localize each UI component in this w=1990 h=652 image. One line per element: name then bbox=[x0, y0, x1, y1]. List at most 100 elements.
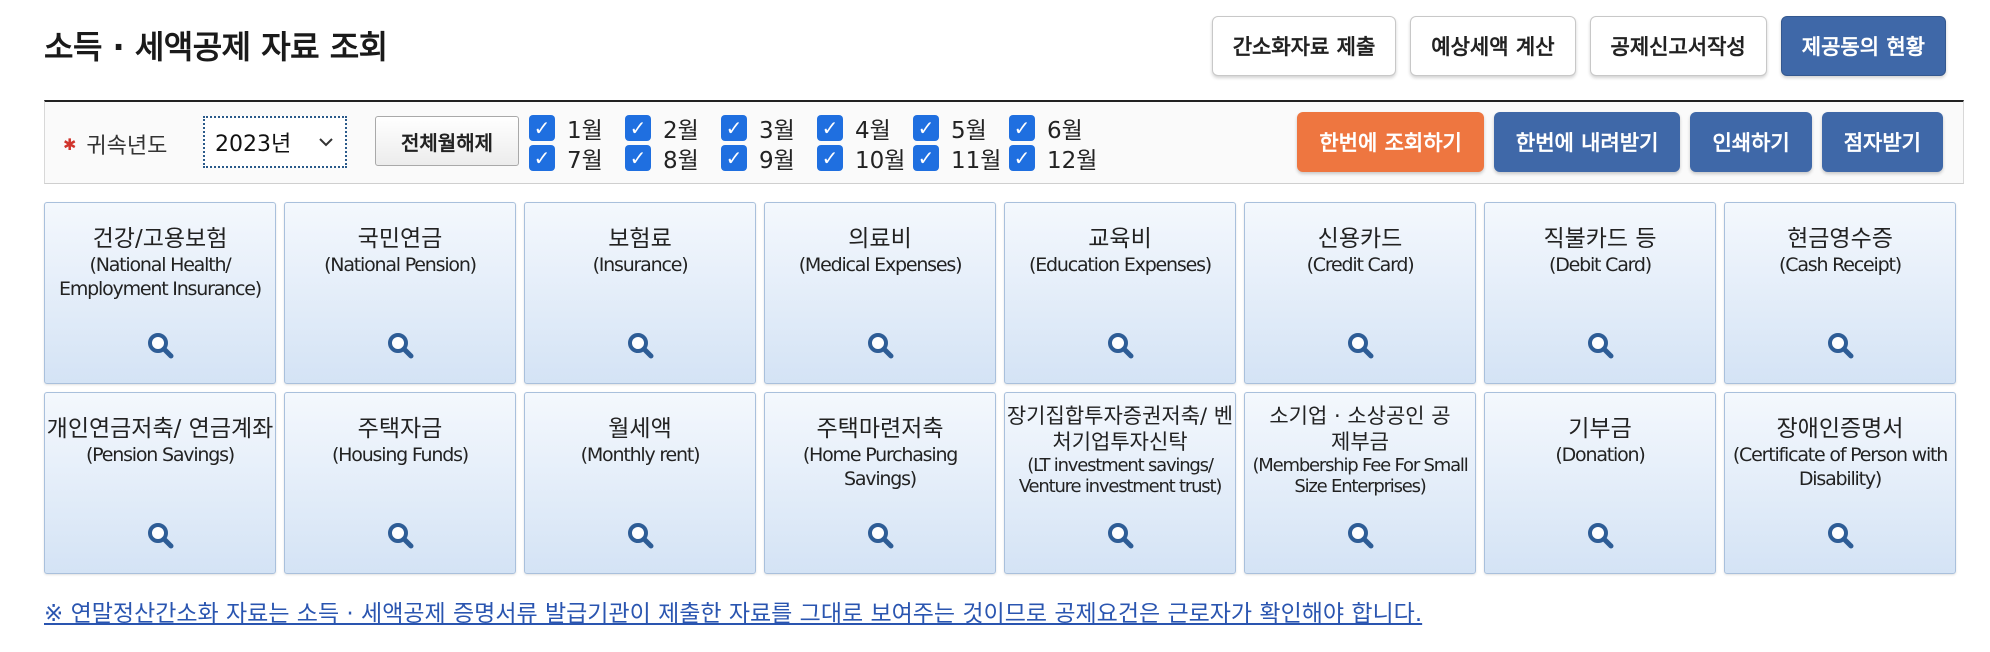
checkbox-checked-icon[interactable]: ✓ bbox=[529, 115, 555, 141]
checkbox-checked-icon[interactable]: ✓ bbox=[817, 115, 843, 141]
month-2[interactable]: ✓ 2월 bbox=[625, 114, 699, 144]
card-subtitle: (Medical Expenses) bbox=[798, 254, 963, 276]
magnifier-icon bbox=[388, 523, 414, 549]
month-8[interactable]: ✓ 8월 bbox=[625, 144, 699, 174]
card-title: 보험료 bbox=[608, 226, 672, 252]
magnifier-icon bbox=[868, 333, 894, 359]
submit-simplified-data-button[interactable]: 간소화자료 제출 bbox=[1211, 16, 1397, 76]
card-subtitle: (Cash Receipt) bbox=[1779, 254, 1902, 276]
braille-button[interactable]: 점자받기 bbox=[1821, 112, 1943, 172]
card-title: 장기집합투자증권저축/ 벤처기업투자신탁 bbox=[1006, 404, 1234, 454]
month-7[interactable]: ✓ 7월 bbox=[529, 144, 603, 174]
card-title: 신용카드 bbox=[1317, 226, 1403, 252]
card-title: 건강/고용보험 bbox=[92, 226, 228, 252]
card-title: 교육비 bbox=[1088, 226, 1152, 252]
checkbox-checked-icon[interactable]: ✓ bbox=[1009, 115, 1035, 141]
magnifier-icon bbox=[1588, 333, 1614, 359]
notice-link[interactable]: ※ 연말정산간소화 자료는 소득 · 세액공제 증명서류 발급기관이 제출한 자… bbox=[44, 594, 1422, 628]
magnifier-icon bbox=[1348, 523, 1374, 549]
card-housing-funds[interactable]: 주택자금 (Housing Funds) bbox=[284, 392, 516, 574]
card-subtitle: (Home Purchasing Savings) bbox=[802, 444, 959, 490]
estimated-tax-button[interactable]: 예상세액 계산 bbox=[1410, 16, 1576, 76]
card-subtitle: (Insurance) bbox=[592, 254, 689, 276]
checkbox-checked-icon[interactable]: ✓ bbox=[913, 145, 939, 171]
card-subtitle: (Donation) bbox=[1555, 444, 1645, 466]
card-subtitle: (Housing Funds) bbox=[331, 444, 469, 466]
checkbox-checked-icon[interactable]: ✓ bbox=[625, 145, 651, 171]
top-button-group: 간소화자료 제출 예상세액 계산 공제신고서작성 제공동의 현황 bbox=[1211, 16, 1946, 76]
card-national-pension[interactable]: 국민연금 (National Pension) bbox=[284, 202, 516, 384]
download-all-button[interactable]: 한번에 내려받기 bbox=[1493, 112, 1681, 172]
month-11[interactable]: ✓ 11월 bbox=[913, 144, 1001, 174]
card-title: 의료비 bbox=[848, 226, 912, 252]
required-icon: ✱ bbox=[63, 134, 77, 154]
checkbox-checked-icon[interactable]: ✓ bbox=[1009, 145, 1035, 171]
magnifier-icon bbox=[1348, 333, 1374, 359]
month-12[interactable]: ✓ 12월 bbox=[1009, 144, 1097, 174]
deduction-category-grid: 건강/고용보험 (National Health/ Employment Ins… bbox=[44, 202, 1966, 574]
card-title: 국민연금 bbox=[357, 226, 443, 252]
magnifier-icon bbox=[1108, 523, 1134, 549]
month-1[interactable]: ✓ 1월 bbox=[529, 114, 603, 144]
card-medical-expenses[interactable]: 의료비 (Medical Expenses) bbox=[764, 202, 996, 384]
checkbox-checked-icon[interactable]: ✓ bbox=[625, 115, 651, 141]
card-debit-card[interactable]: 직불카드 등 (Debit Card) bbox=[1484, 202, 1716, 384]
month-10[interactable]: ✓ 10월 bbox=[817, 144, 905, 174]
card-pension-savings[interactable]: 개인연금저축/ 연금계좌 (Pension Savings) bbox=[44, 392, 276, 574]
checkbox-checked-icon[interactable]: ✓ bbox=[721, 145, 747, 171]
month-3[interactable]: ✓ 3월 bbox=[721, 114, 795, 144]
deselect-all-months-button[interactable]: 전체월해제 bbox=[375, 116, 519, 166]
year-select[interactable]: 2023년 bbox=[203, 116, 347, 168]
query-all-button[interactable]: 한번에 조회하기 bbox=[1297, 112, 1484, 172]
card-subtitle: (National Pension) bbox=[324, 254, 477, 276]
year-select-value: 2023년 bbox=[215, 132, 292, 157]
card-title: 주택자금 bbox=[357, 416, 443, 442]
card-title: 주택마련저축 bbox=[816, 416, 944, 442]
card-title: 장애인증명서 bbox=[1776, 416, 1904, 442]
month-6[interactable]: ✓ 6월 bbox=[1009, 114, 1083, 144]
year-label: ✱ 귀속년도 bbox=[63, 128, 167, 160]
card-small-enterprise-mutual-aid[interactable]: 소기업 · 소상공인 공제부금 (Membership Fee For Smal… bbox=[1244, 392, 1476, 574]
card-home-purchasing-savings[interactable]: 주택마련저축 (Home Purchasing Savings) bbox=[764, 392, 996, 574]
card-donation[interactable]: 기부금 (Donation) bbox=[1484, 392, 1716, 574]
magnifier-icon bbox=[628, 333, 654, 359]
card-title: 기부금 bbox=[1568, 416, 1632, 442]
card-title: 직불카드 등 bbox=[1543, 226, 1657, 252]
chevron-down-icon bbox=[317, 132, 335, 156]
card-health-employment-insurance[interactable]: 건강/고용보험 (National Health/ Employment Ins… bbox=[44, 202, 276, 384]
card-monthly-rent[interactable]: 월세액 (Monthly rent) bbox=[524, 392, 756, 574]
card-title: 현금영수증 bbox=[1787, 226, 1893, 252]
card-subtitle: (Membership Fee For Small Size Enterpris… bbox=[1252, 455, 1468, 497]
card-subtitle: (LT investment savings/ Venture investme… bbox=[1018, 455, 1223, 497]
card-subtitle: (Certificate of Person with Disability) bbox=[1732, 444, 1948, 490]
month-9[interactable]: ✓ 9월 bbox=[721, 144, 795, 174]
year-label-text: 귀속년도 bbox=[86, 134, 168, 159]
filter-bar: ✱ 귀속년도 2023년 전체월해제 ✓ 1월 ✓ 2월 ✓ 3월 ✓ 4월 ✓ 5월 ✓… bbox=[44, 100, 1964, 184]
card-subtitle: (Pension Savings) bbox=[85, 444, 235, 466]
checkbox-checked-icon[interactable]: ✓ bbox=[817, 145, 843, 171]
card-education-expenses[interactable]: 교육비 (Education Expenses) bbox=[1004, 202, 1236, 384]
card-lt-investment-savings[interactable]: 장기집합투자증권저축/ 벤처기업투자신탁 (LT investment savi… bbox=[1004, 392, 1236, 574]
magnifier-icon bbox=[1108, 333, 1134, 359]
card-disability-certificate[interactable]: 장애인증명서 (Certificate of Person with Disab… bbox=[1724, 392, 1956, 574]
checkbox-checked-icon[interactable]: ✓ bbox=[913, 115, 939, 141]
magnifier-icon bbox=[1588, 523, 1614, 549]
action-button-group: 한번에 조회하기 한번에 내려받기 인쇄하기 점자받기 bbox=[1297, 112, 1943, 172]
card-subtitle: (Credit Card) bbox=[1306, 254, 1415, 276]
card-subtitle: (Education Expenses) bbox=[1029, 254, 1212, 276]
print-button[interactable]: 인쇄하기 bbox=[1690, 112, 1812, 172]
checkbox-checked-icon[interactable]: ✓ bbox=[721, 115, 747, 141]
month-5[interactable]: ✓ 5월 bbox=[913, 114, 987, 144]
magnifier-icon bbox=[148, 523, 174, 549]
month-4[interactable]: ✓ 4월 bbox=[817, 114, 891, 144]
magnifier-icon bbox=[628, 523, 654, 549]
magnifier-icon bbox=[148, 333, 174, 359]
deduction-form-button[interactable]: 공제신고서작성 bbox=[1589, 16, 1767, 76]
consent-status-button[interactable]: 제공동의 현황 bbox=[1780, 16, 1946, 76]
checkbox-checked-icon[interactable]: ✓ bbox=[529, 145, 555, 171]
card-cash-receipt[interactable]: 현금영수증 (Cash Receipt) bbox=[1724, 202, 1956, 384]
magnifier-icon bbox=[388, 333, 414, 359]
card-subtitle: (National Health/ Employment Insurance) bbox=[59, 254, 262, 300]
card-insurance[interactable]: 보험료 (Insurance) bbox=[524, 202, 756, 384]
card-credit-card[interactable]: 신용카드 (Credit Card) bbox=[1244, 202, 1476, 384]
